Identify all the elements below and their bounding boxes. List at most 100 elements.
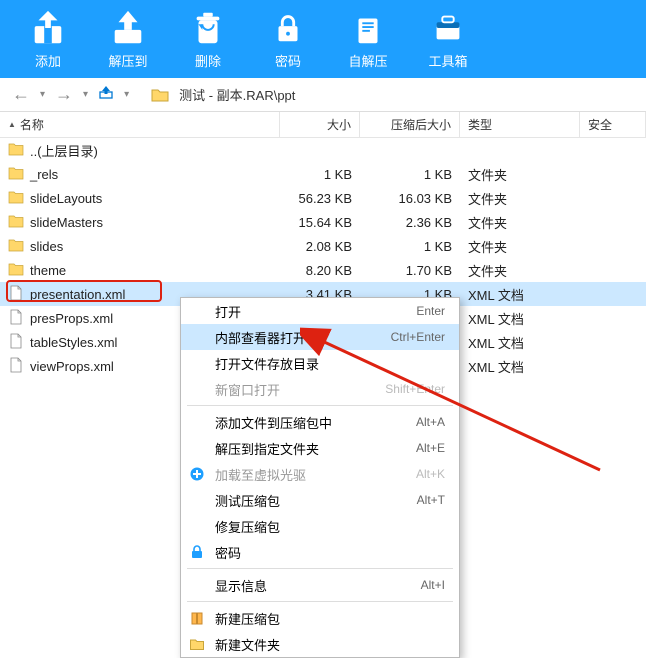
file-size: 8.20 KB	[280, 263, 360, 278]
context-menu-item[interactable]: 新建压缩包	[181, 605, 459, 631]
file-row[interactable]: slides2.08 KB1 KB文件夹	[0, 234, 646, 258]
context-menu-shortcut: Ctrl+Enter	[391, 330, 445, 344]
toolbar-password-label: 密码	[275, 51, 301, 70]
lock-icon	[269, 9, 307, 47]
context-menu-item[interactable]: 新建文件夹	[181, 631, 459, 657]
toolbar-sfx[interactable]: 自解压	[328, 0, 408, 78]
toolbar-extract-label: 解压到	[108, 51, 147, 70]
col-safe-header[interactable]: 安全	[580, 112, 646, 137]
context-menu-item[interactable]: 内部查看器打开 Ctrl+Enter	[181, 324, 459, 350]
folder-icon	[8, 189, 24, 208]
file-compressed-size: 16.03 KB	[360, 191, 460, 206]
toolbar-sfx-label: 自解压	[348, 51, 387, 70]
column-headers: ▲名称 大小 压缩后大小 类型 安全	[0, 112, 646, 138]
trash-icon	[189, 9, 227, 47]
context-menu-shortcut: Alt+K	[416, 467, 445, 481]
context-menu-label: 新建压缩包	[215, 609, 280, 628]
context-menu-item[interactable]: 解压到指定文件夹Alt+E	[181, 435, 459, 461]
file-compressed-size: 2.36 KB	[360, 215, 460, 230]
file-type: 文件夹	[460, 261, 580, 280]
file-name: slides	[30, 239, 63, 254]
toolbar-extract[interactable]: 解压到	[88, 0, 168, 78]
add-archive-icon	[29, 9, 67, 47]
sfx-icon	[349, 9, 387, 47]
plus-icon	[189, 466, 205, 482]
folder-icon	[8, 261, 24, 280]
folder-icon	[189, 636, 205, 652]
file-name: ..(上层目录)	[30, 141, 98, 160]
toolbar-add[interactable]: 添加	[8, 0, 88, 78]
file-name: presentation.xml	[30, 287, 125, 302]
file-type: 文件夹	[460, 213, 580, 232]
context-menu-shortcut: Alt+E	[416, 441, 445, 455]
context-menu-label: 密码	[215, 543, 241, 562]
file-name: slideMasters	[30, 215, 103, 230]
file-type: XML 文档	[460, 309, 580, 328]
context-menu-item[interactable]: 添加文件到压缩包中Alt+A	[181, 409, 459, 435]
file-type: 文件夹	[460, 165, 580, 184]
file-type: XML 文档	[460, 357, 580, 376]
context-menu-label: 内部查看器打开	[215, 328, 306, 347]
address-path[interactable]: 测试 - 副本.RAR\ppt	[175, 85, 295, 104]
file-icon	[8, 333, 24, 352]
file-row[interactable]: theme 8.20 KB1.70 KB文件夹	[0, 258, 646, 282]
context-menu-label: 新窗口打开	[215, 380, 280, 399]
folder-icon	[8, 165, 24, 184]
file-row[interactable]: ..(上层目录)	[0, 138, 646, 162]
sort-indicator-icon: ▲	[8, 120, 16, 129]
nav-back-icon[interactable]: ←	[8, 84, 34, 105]
extract-icon	[109, 9, 147, 47]
col-csize-header[interactable]: 压缩后大小	[360, 112, 460, 137]
nav-back-dropdown-icon[interactable]: ▾	[40, 89, 45, 100]
nav-up-dropdown-icon[interactable]: ▾	[124, 89, 129, 100]
file-name: presProps.xml	[30, 311, 113, 326]
context-menu-label: 新建文件夹	[215, 635, 280, 654]
file-row[interactable]: slideLayouts 56.23 KB16.03 KB文件夹	[0, 186, 646, 210]
file-type: XML 文档	[460, 285, 580, 304]
file-compressed-size: 1 KB	[360, 239, 460, 254]
file-name: viewProps.xml	[30, 359, 114, 374]
context-menu-item[interactable]: 密码	[181, 539, 459, 565]
address-bar: ← ▾ → ▾ ▾ 测试 - 副本.RAR\ppt	[0, 78, 646, 112]
toolbox-icon	[429, 9, 467, 47]
col-size-header[interactable]: 大小	[280, 112, 360, 137]
file-row[interactable]: slideMasters 15.64 KB2.36 KB文件夹	[0, 210, 646, 234]
nav-up-icon[interactable]	[94, 84, 118, 105]
file-name: slideLayouts	[30, 191, 102, 206]
col-name-header[interactable]: ▲名称	[0, 112, 280, 137]
context-menu-shortcut: Alt+T	[417, 493, 445, 507]
file-size: 56.23 KB	[280, 191, 360, 206]
context-menu-item[interactable]: 打开文件存放目录	[181, 350, 459, 376]
toolbar-password[interactable]: 密码	[248, 0, 328, 78]
context-menu-item[interactable]: 测试压缩包Alt+T	[181, 487, 459, 513]
file-row[interactable]: _rels1 KB1 KB文件夹	[0, 162, 646, 186]
file-size: 15.64 KB	[280, 215, 360, 230]
col-type-header[interactable]: 类型	[460, 112, 580, 137]
file-compressed-size: 1 KB	[360, 167, 460, 182]
file-name: tableStyles.xml	[30, 335, 117, 350]
file-name: theme	[30, 263, 66, 278]
context-menu-label: 加载至虚拟光驱	[215, 465, 306, 484]
nav-forward-dropdown-icon[interactable]: ▾	[83, 89, 88, 100]
context-menu-separator	[187, 601, 453, 602]
context-menu-separator	[187, 568, 453, 569]
file-type: 文件夹	[460, 189, 580, 208]
context-menu-label: 添加文件到压缩包中	[215, 413, 332, 432]
context-menu-label: 打开文件存放目录	[215, 354, 319, 373]
context-menu-label: 打开	[215, 302, 241, 321]
context-menu-item[interactable]: 修复压缩包	[181, 513, 459, 539]
folder-icon	[8, 141, 24, 160]
file-icon	[8, 309, 24, 328]
toolbar-delete[interactable]: 删除	[168, 0, 248, 78]
file-type: 文件夹	[460, 237, 580, 256]
context-menu-item[interactable]: 显示信息Alt+I	[181, 572, 459, 598]
toolbar-tools[interactable]: 工具箱	[408, 0, 488, 78]
context-menu: 打开Enter 内部查看器打开 Ctrl+Enter 打开文件存放目录新窗口打开Shi…	[180, 297, 460, 658]
context-menu-item[interactable]: 打开Enter	[181, 298, 459, 324]
context-menu-item: 新窗口打开Shift+Enter	[181, 376, 459, 402]
file-type: XML 文档	[460, 333, 580, 352]
toolbar-add-label: 添加	[35, 51, 61, 70]
file-compressed-size: 1.70 KB	[360, 263, 460, 278]
file-name: _rels	[30, 167, 58, 182]
nav-forward-icon[interactable]: →	[51, 84, 77, 105]
